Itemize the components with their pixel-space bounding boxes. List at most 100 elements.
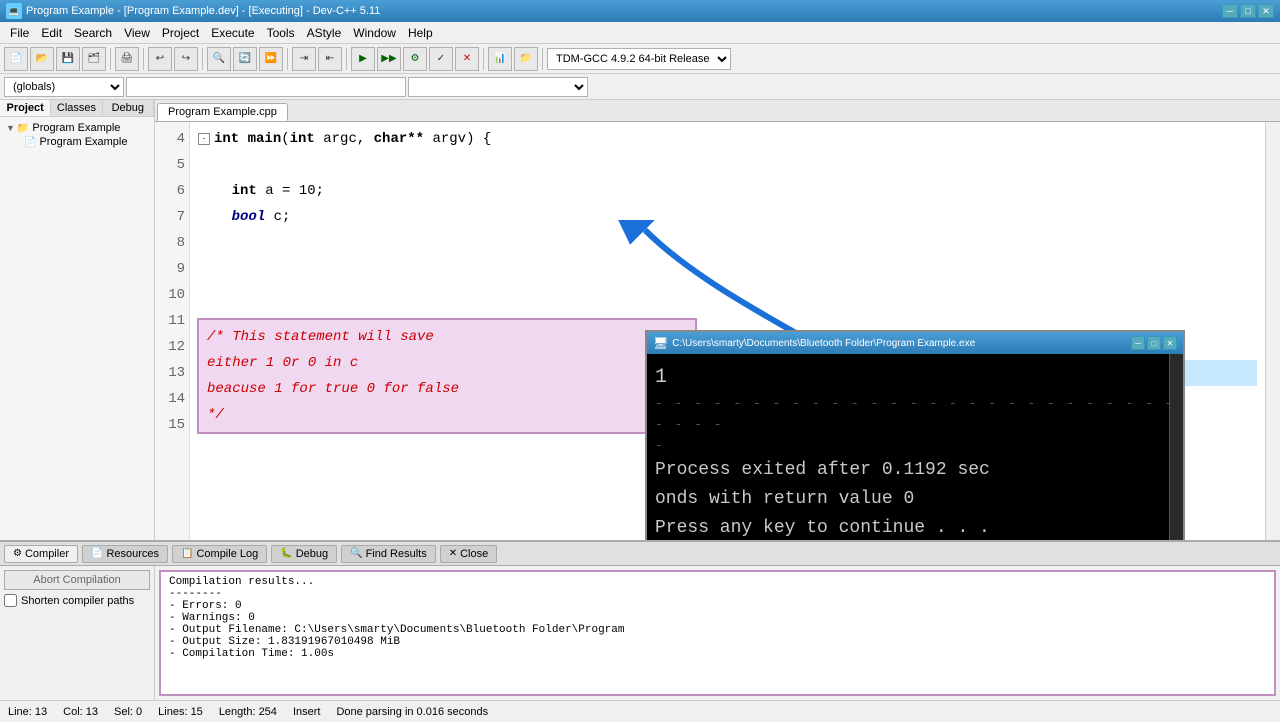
search-target-dropdown[interactable] bbox=[408, 77, 588, 97]
code-line-7: bool c; bbox=[198, 204, 1257, 230]
stop-button[interactable]: ✕ bbox=[455, 47, 479, 71]
save-button[interactable]: 💾 bbox=[56, 47, 80, 71]
expand-icon-4: - bbox=[198, 133, 210, 145]
replace-button[interactable]: 🔄 bbox=[233, 47, 257, 71]
find-button[interactable]: 🔍 bbox=[207, 47, 231, 71]
close-tab-label: Close bbox=[460, 548, 488, 560]
comp-line-time: - Compilation Time: 1.00s bbox=[169, 648, 1266, 660]
code-token: argv) { bbox=[424, 126, 491, 152]
sidebar-tab-project[interactable]: Project bbox=[0, 100, 51, 116]
console-title: C:\Users\smarty\Documents\Bluetooth Fold… bbox=[672, 338, 1131, 349]
project-icon: 📁 bbox=[17, 123, 29, 134]
tree-item-program-example-root[interactable]: ▼ 📁 Program Example bbox=[4, 121, 150, 135]
maximize-button[interactable]: □ bbox=[1240, 4, 1256, 18]
tree-label-file: Program Example bbox=[39, 136, 127, 148]
menu-item-view[interactable]: View bbox=[118, 24, 156, 42]
compiler-dropdown[interactable]: TDM-GCC 4.9.2 64-bit Release bbox=[547, 48, 731, 70]
menu-item-tools[interactable]: Tools bbox=[261, 24, 301, 42]
menu-item-help[interactable]: Help bbox=[402, 24, 439, 42]
comp-line-size: - Output Size: 1.83191967010498 MiB bbox=[169, 636, 1266, 648]
redo-button[interactable]: ↪ bbox=[174, 47, 198, 71]
unindent-button[interactable]: ⇤ bbox=[318, 47, 342, 71]
tree-label-root: Program Example bbox=[32, 122, 120, 134]
code-token: return bbox=[232, 386, 282, 412]
compilation-output: Compilation results... -------- - Errors… bbox=[159, 570, 1276, 696]
console-win-controls: ─ □ ✕ bbox=[1131, 336, 1177, 350]
code-indent bbox=[198, 178, 232, 204]
menu-item-file[interactable]: File bbox=[4, 24, 35, 42]
file-icon: 📄 bbox=[24, 137, 36, 148]
menu-item-search[interactable]: Search bbox=[68, 24, 118, 42]
sidebar-tab-debug[interactable]: Debug bbox=[103, 100, 154, 116]
run-button[interactable]: ▶▶ bbox=[377, 47, 401, 71]
print-button[interactable]: 🖨 bbox=[115, 47, 139, 71]
separator7 bbox=[542, 48, 543, 70]
abort-compilation-button[interactable]: Abort Compilation bbox=[4, 570, 150, 590]
comp-line-errors: - Errors: 0 bbox=[169, 600, 1266, 612]
console-close-button[interactable]: ✕ bbox=[1163, 336, 1177, 350]
titlebar: 💻 Program Example - [Program Example.dev… bbox=[0, 0, 1280, 22]
check-syntax-button[interactable]: ✓ bbox=[429, 47, 453, 71]
code-token: : bbox=[383, 334, 408, 360]
close-button[interactable]: ✕ bbox=[1258, 4, 1274, 18]
menu-item-edit[interactable]: Edit bbox=[35, 24, 68, 42]
editor-scrollbar[interactable] bbox=[1265, 122, 1280, 540]
minimize-button[interactable]: ─ bbox=[1222, 4, 1238, 18]
menu-item-astyle[interactable]: AStyle bbox=[301, 24, 348, 42]
console-icon: 🖥 bbox=[653, 336, 668, 350]
code-line-10 bbox=[198, 282, 1257, 308]
tree-expand-icon: ▼ bbox=[6, 123, 15, 133]
code-token: int bbox=[290, 126, 315, 152]
menu-item-project[interactable]: Project bbox=[156, 24, 205, 42]
sidebar-tree: ▼ 📁 Program Example 📄 Program Example bbox=[0, 117, 154, 540]
project-button[interactable]: 📁 bbox=[514, 47, 538, 71]
profile-button[interactable]: 📊 bbox=[488, 47, 512, 71]
console-minimize-button[interactable]: ─ bbox=[1131, 336, 1145, 350]
code-indent bbox=[198, 386, 232, 412]
comp-line-output: - Output Filename: C:\Users\smarty\Docum… bbox=[169, 624, 1266, 636]
compiler-side-panel: Abort Compilation Shorten compiler paths bbox=[0, 566, 155, 700]
toolbar2: (globals) bbox=[0, 74, 1280, 100]
sidebar-tab-classes[interactable]: Classes bbox=[51, 100, 102, 116]
shorten-paths-checkbox[interactable] bbox=[4, 594, 17, 607]
bottom-tab-resources[interactable]: 📄 Resources bbox=[82, 545, 168, 563]
find-next-button[interactable]: ⏩ bbox=[259, 47, 283, 71]
debug-tab-label: Debug bbox=[296, 548, 328, 560]
new-button[interactable]: 📄 bbox=[4, 47, 28, 71]
window-controls: ─ □ ✕ bbox=[1222, 4, 1274, 18]
undo-button[interactable]: ↩ bbox=[148, 47, 172, 71]
console-maximize-button[interactable]: □ bbox=[1147, 336, 1161, 350]
compile-run-button[interactable]: ⚙ bbox=[403, 47, 427, 71]
code-token: false bbox=[408, 334, 450, 360]
menu-item-window[interactable]: Window bbox=[347, 24, 402, 42]
bottom-content: Abort Compilation Shorten compiler paths… bbox=[0, 566, 1280, 700]
bottom-tab-close[interactable]: ✕ Close bbox=[440, 545, 498, 563]
editor-tab-cpp[interactable]: Program Example.cpp bbox=[157, 103, 288, 121]
sidebar: Project Classes Debug ▼ 📁 Program Exampl… bbox=[0, 100, 155, 540]
bottom-tab-debug[interactable]: 🐛 Debug bbox=[271, 545, 337, 563]
tree-item-program-example-file[interactable]: 📄 Program Example bbox=[4, 135, 150, 149]
compile-button[interactable]: ▶ bbox=[351, 47, 375, 71]
menu-item-execute[interactable]: Execute bbox=[205, 24, 260, 42]
compilelog-tab-label: Compile Log bbox=[196, 548, 258, 560]
window-title: Program Example - [Program Example.dev] … bbox=[26, 5, 1222, 17]
code-token: 0; bbox=[282, 386, 307, 412]
separator3 bbox=[202, 48, 203, 70]
code-token: char** bbox=[374, 126, 424, 152]
indent-button[interactable]: ⇥ bbox=[292, 47, 316, 71]
status-mode: Insert bbox=[293, 706, 321, 718]
search-input[interactable] bbox=[126, 77, 406, 97]
save-all-button[interactable]: 🗂 bbox=[82, 47, 106, 71]
separator5 bbox=[346, 48, 347, 70]
bottom-panel: ⚙ Compiler 📄 Resources 📋 Compile Log 🐛 D… bbox=[0, 540, 1280, 700]
console-separator1: - - - - - - - - - - - - - - - - - - - - … bbox=[655, 394, 1175, 436]
editor-tabs: Program Example.cpp bbox=[155, 100, 1280, 122]
bottom-tab-findresults[interactable]: 🔍 Find Results bbox=[341, 545, 436, 563]
bottom-tab-compilelog[interactable]: 📋 Compile Log bbox=[172, 545, 267, 563]
toolbar1: 📄 📂 💾 🗂 🖨 ↩ ↪ 🔍 🔄 ⏩ ⇥ ⇤ ▶ ▶▶ ⚙ ✓ ✕ 📊 📁 T… bbox=[0, 44, 1280, 74]
resources-tab-icon: 📄 bbox=[91, 548, 103, 559]
open-button[interactable]: 📂 bbox=[30, 47, 54, 71]
console-scrollbar-vertical[interactable] bbox=[1169, 354, 1183, 540]
bottom-tab-compiler[interactable]: ⚙ Compiler bbox=[4, 545, 78, 563]
scope-dropdown[interactable]: (globals) bbox=[4, 77, 124, 97]
